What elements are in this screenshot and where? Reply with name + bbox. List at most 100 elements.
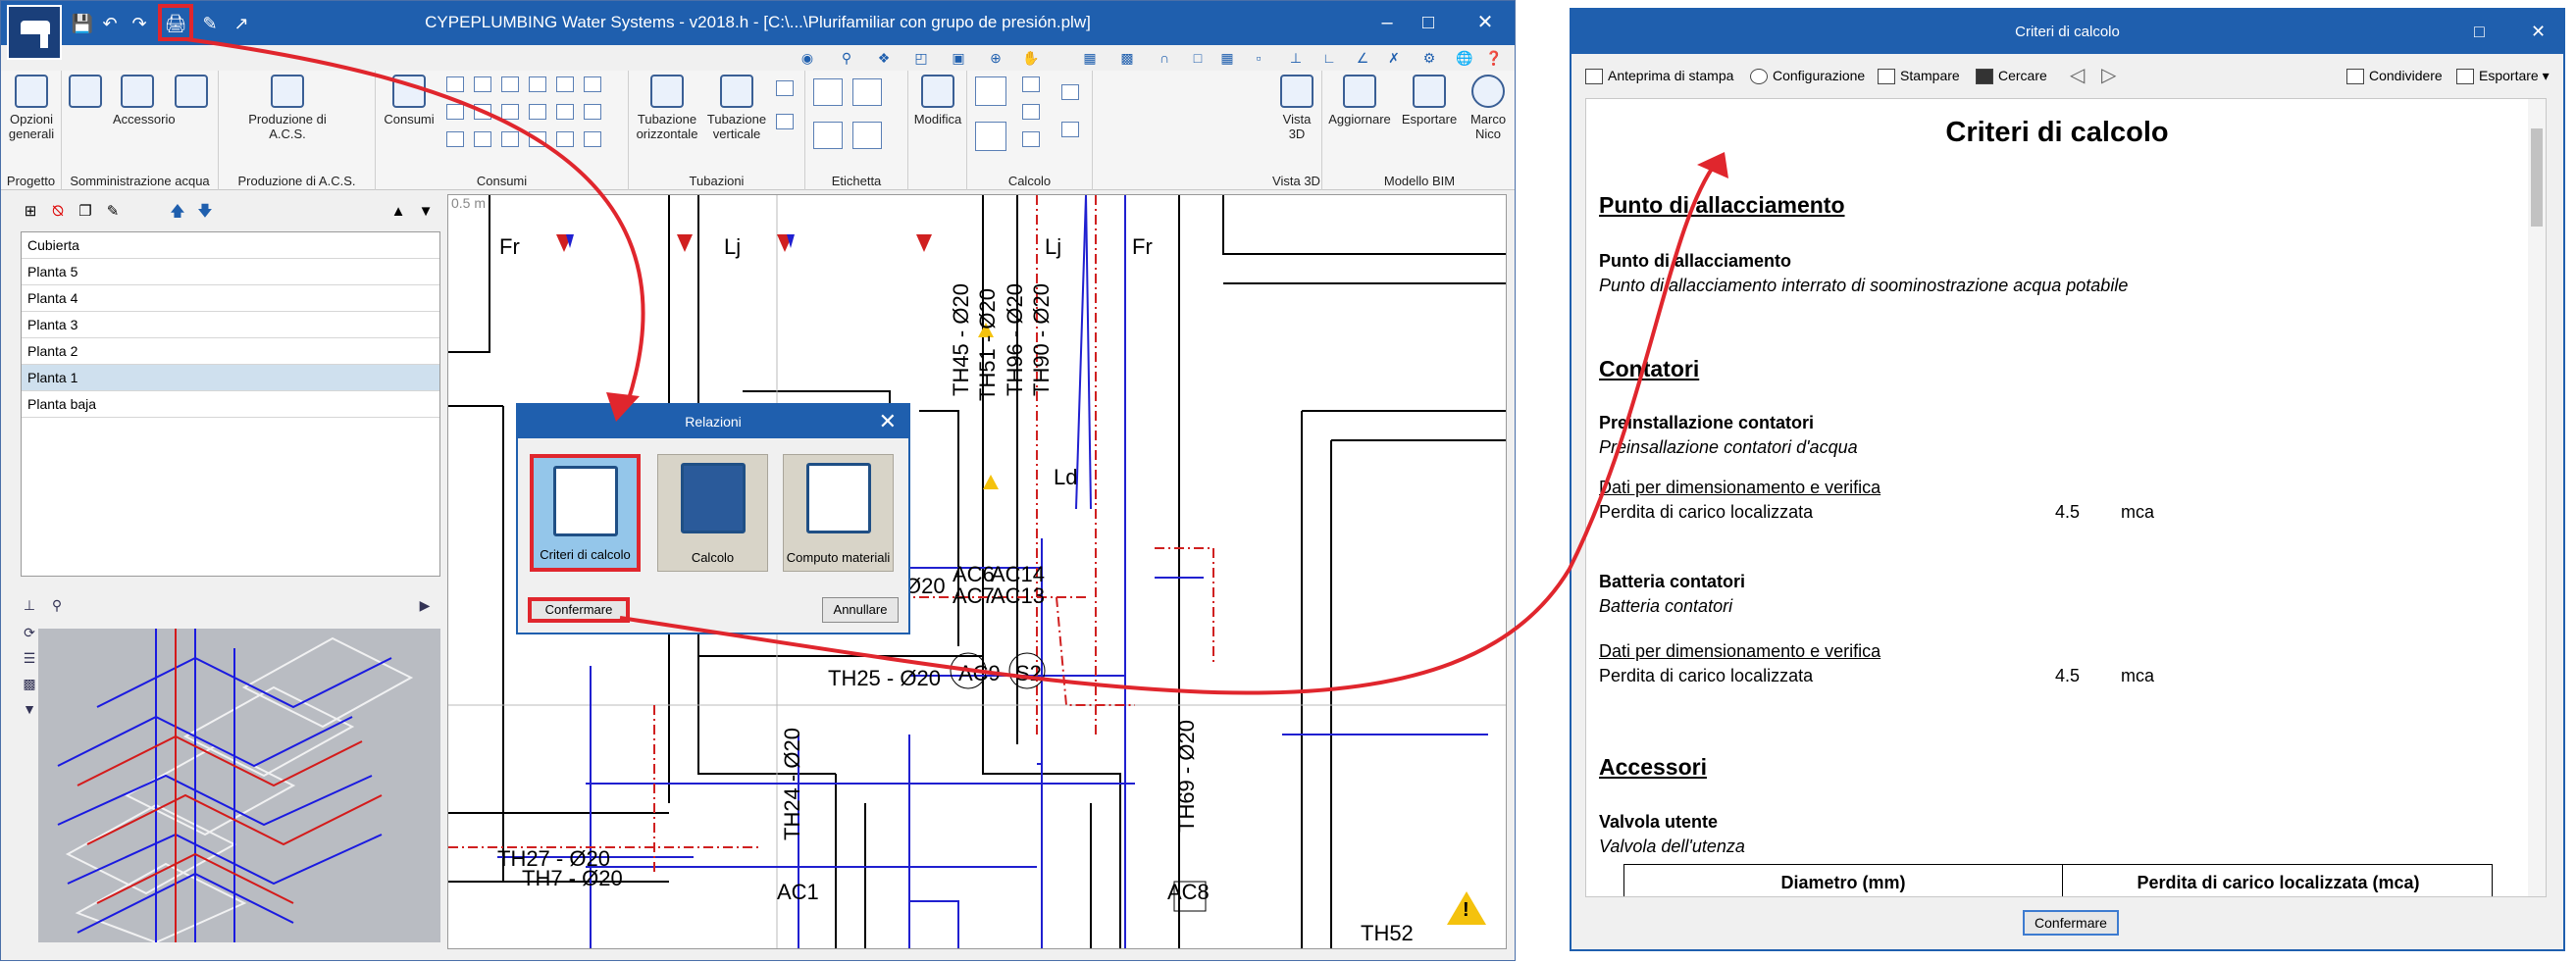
share-button[interactable]: Condividere (2346, 68, 2443, 85)
minimize-icon[interactable]: – (1372, 9, 1402, 36)
warning-icon[interactable]: ! (1447, 891, 1486, 925)
magnet-icon[interactable]: ∩ (1155, 49, 1174, 67)
label-search-icon[interactable] (813, 122, 843, 149)
angle-icon[interactable]: ∠ (1353, 49, 1372, 67)
zoom-3d-icon[interactable]: ⚲ (48, 596, 66, 614)
flag-icon[interactable] (1061, 122, 1079, 137)
configuration-button[interactable]: Configurazione (1750, 68, 1865, 85)
rotate-3d-icon[interactable]: ⟳ (21, 624, 38, 641)
scroll-right-icon[interactable]: ▶ (416, 596, 434, 614)
kitchen-sink-icon[interactable] (446, 104, 464, 120)
wc-icon[interactable] (529, 76, 546, 92)
delete-floor-icon[interactable]: ⦰ (48, 202, 68, 222)
pump-icon[interactable] (556, 131, 574, 147)
walls-3d-icon[interactable]: ▩ (21, 675, 38, 692)
ortho-icon[interactable]: ⊥ (1286, 49, 1306, 67)
close-icon[interactable]: ✕ (2531, 10, 2546, 54)
boiler-icon[interactable] (501, 131, 519, 147)
pipe-tool-icon[interactable] (776, 80, 794, 96)
cancel-button[interactable]: Annullare (822, 597, 899, 623)
app-logo[interactable] (7, 5, 62, 60)
hose-icon[interactable] (556, 104, 574, 120)
confirm-button[interactable]: Confermare (528, 597, 630, 623)
accessorio-button[interactable]: Accessorio (113, 75, 176, 127)
vista-3d-button[interactable]: Vista 3D (1273, 75, 1320, 141)
redo-icon[interactable]: ↷ (127, 11, 152, 36)
measure-icon[interactable]: ∟ (1319, 49, 1339, 67)
modifica-button[interactable]: Modifica (912, 75, 963, 127)
pipe-tool-2-icon[interactable] (776, 114, 794, 129)
dishwasher-icon[interactable] (474, 104, 491, 120)
settings-icon[interactable]: ⚙ (1419, 49, 1439, 67)
print-button[interactable]: Stampare (1878, 68, 1960, 85)
copy-floor-icon[interactable]: ❐ (76, 202, 95, 222)
scrollbar-thumb[interactable] (2531, 128, 2543, 227)
floor-item[interactable]: Planta 5 (22, 259, 439, 285)
pan-icon[interactable]: ❖ (874, 49, 894, 67)
bath-icon[interactable] (474, 76, 491, 92)
floor-item[interactable]: Planta 3 (22, 312, 439, 338)
snap-icon[interactable]: ▫ (1249, 49, 1268, 67)
vertical-scrollbar[interactable] (2528, 99, 2546, 896)
produzione-acs-button[interactable]: Produzione di A.C.S. (248, 75, 327, 141)
option-computo-materiali[interactable]: Computo materiali (783, 454, 894, 572)
binoculars-icon[interactable]: ◉ (798, 49, 817, 67)
label-text-icon[interactable] (813, 78, 843, 106)
tubazione-orizzontale-button[interactable]: Tubazione orizzontale (633, 75, 701, 141)
save-icon[interactable]: 💾 (70, 11, 95, 36)
edit-floor-icon[interactable]: ✎ (103, 202, 123, 222)
shield-3d-icon[interactable]: ▼ (21, 700, 38, 718)
drain-icon[interactable] (584, 131, 601, 147)
floor-item[interactable]: Planta 2 (22, 338, 439, 365)
previous-icon[interactable]: ◁ (2070, 63, 2085, 87)
export-icon[interactable]: ↗ (229, 11, 254, 36)
calc-tool-1-icon[interactable] (1022, 76, 1040, 92)
maximize-icon[interactable]: □ (2474, 10, 2485, 54)
tap-small-icon[interactable] (446, 131, 464, 147)
close-icon[interactable]: ✕ (879, 409, 897, 434)
label-move-icon[interactable] (852, 78, 882, 106)
undo-icon[interactable]: ↶ (97, 11, 123, 36)
opzioni-generali-button[interactable]: Opzioni generali (5, 75, 58, 141)
axis-icon[interactable]: ⊥ (21, 596, 38, 614)
label-edit-icon[interactable] (852, 122, 882, 149)
zoom-in-icon[interactable]: ⊕ (986, 49, 1005, 67)
move-up-icon[interactable]: 🡅 (168, 202, 187, 222)
layers-3d-icon[interactable]: ☰ (21, 649, 38, 667)
scroll-up-icon[interactable]: ▲ (388, 202, 408, 222)
floor-item[interactable]: Cubierta (22, 232, 439, 259)
confirm-button[interactable]: Confermare (2023, 910, 2119, 936)
basin-icon[interactable] (529, 104, 546, 120)
tools-icon[interactable]: ✗ (1384, 49, 1404, 67)
option-calcolo[interactable]: Calcolo (657, 454, 768, 572)
tubazione-verticale-button[interactable]: Tubazione verticale (705, 75, 768, 141)
export-button[interactable]: Esportare ▾ (2456, 68, 2550, 85)
esportare-button[interactable]: Esportare (1397, 75, 1462, 127)
shower-icon[interactable] (501, 76, 519, 92)
calculator-icon[interactable] (975, 76, 1006, 106)
next-icon[interactable]: ▷ (2101, 63, 2116, 87)
calc-tool-2-icon[interactable] (1022, 104, 1040, 120)
scroll-down-icon[interactable]: ▼ (416, 202, 436, 222)
bidet-icon[interactable] (556, 76, 574, 92)
zoom-all-icon[interactable]: ▣ (949, 49, 968, 67)
add-floor-icon[interactable]: ⊞ (21, 202, 40, 222)
layers-icon[interactable]: ▩ (1117, 49, 1137, 67)
check-icon[interactable] (1061, 84, 1079, 100)
search-button[interactable]: Cercare (1976, 68, 2047, 85)
aggiornare-button[interactable]: Aggiornare (1324, 75, 1395, 127)
floor-item[interactable]: Planta baja (22, 391, 439, 418)
plans-icon[interactable]: ✎ (197, 11, 223, 36)
floor-item[interactable]: Planta 4 (22, 285, 439, 312)
user-button[interactable]: Marco Nico (1464, 75, 1513, 141)
consumi-button[interactable]: Consumi (382, 75, 437, 127)
sprinkler-icon[interactable] (474, 131, 491, 147)
calc-tool-3-icon[interactable] (1022, 131, 1040, 147)
hand-icon[interactable]: ✋ (1021, 49, 1041, 67)
supply-button[interactable] (66, 75, 105, 112)
rectangle-icon[interactable]: □ (1188, 49, 1208, 67)
sink-icon[interactable] (446, 76, 464, 92)
meter-icon[interactable] (529, 131, 546, 147)
option-criteri-di-calcolo[interactable]: Criteri di calcolo (530, 454, 641, 572)
washer-icon[interactable] (584, 76, 601, 92)
